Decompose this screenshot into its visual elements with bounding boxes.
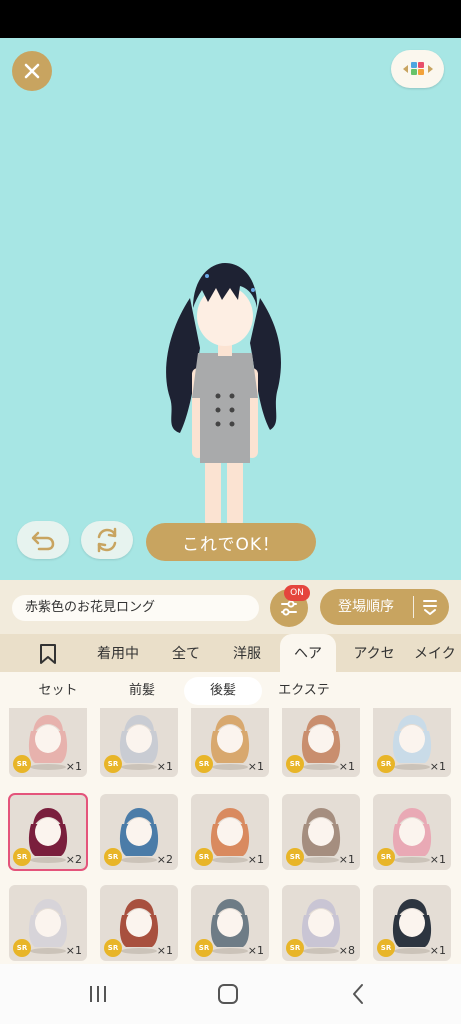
rarity-badge: SR [104,755,122,773]
subtab-front-hair[interactable]: 前髪 [102,677,182,705]
tab-all[interactable]: 全て [160,634,212,672]
filter-on-badge: ON [284,585,310,601]
item-quantity: ×8 [338,944,355,957]
hair-item-card[interactable]: SR ×1 [100,708,178,777]
swap-icon [97,527,117,553]
tab-wearing[interactable]: 着用中 [86,634,150,672]
rarity-badge: SR [104,848,122,866]
tab-makeup[interactable]: メイク [414,634,461,672]
bookmark-tab[interactable] [38,643,58,669]
palette-button[interactable] [391,50,444,88]
item-quantity: ×2 [65,853,82,866]
item-info-row: 赤紫色のお花見ロング ON 登場順序 [0,580,461,634]
tab-clothes[interactable]: 洋服 [220,634,274,672]
item-quantity: ×1 [429,760,446,773]
hair-item-card[interactable]: SR ×1 [373,885,451,961]
close-icon [24,63,40,79]
close-button[interactable] [12,51,52,91]
hair-item-card[interactable]: SR ×1 [373,708,451,777]
item-quantity: ×1 [247,944,264,957]
subtab-set[interactable]: セット [18,677,98,705]
hair-item-card[interactable]: SR ×1 [191,794,269,870]
item-quantity: ×1 [247,760,264,773]
hair-item-card[interactable]: SR ×1 [282,708,360,777]
item-quantity: ×1 [429,944,446,957]
undo-icon [31,531,55,551]
rarity-badge: SR [377,939,395,957]
item-grid: SR ×1 SR ×1 SR ×1 SR ×1 SR ×1 SR ×2 SR ×2 SR ×1 SR ×1 SR ×1… [0,708,461,964]
hair-item-card[interactable]: SR ×1 [100,885,178,961]
rarity-badge: SR [13,755,31,773]
hair-item-card[interactable]: SR ×1 [9,885,87,961]
sort-order-button[interactable]: 登場順序 [320,589,449,625]
confirm-ok-button[interactable]: これでOK！ [146,523,316,561]
palette-icon [402,62,433,75]
hair-item-card[interactable]: SR ×1 [191,708,269,777]
undo-button[interactable] [17,521,69,559]
hair-sub-tabs: セット 前髪 後髪 エクステ [0,672,461,708]
item-quantity: ×2 [156,853,173,866]
item-quantity: ×1 [338,853,355,866]
rarity-badge: SR [286,755,304,773]
item-quantity: ×1 [429,853,446,866]
back-button[interactable] [338,980,378,1008]
rarity-badge: SR [286,939,304,957]
sort-icon[interactable] [421,598,439,616]
hair-item-card[interactable]: SR ×1 [191,885,269,961]
item-name-field: 赤紫色のお花見ロング [12,595,259,621]
hair-item-card[interactable]: SR ×2 [100,794,178,870]
hair-item-card[interactable]: SR ×1 [373,794,451,870]
system-nav-bar [0,964,461,1024]
subtab-back-hair[interactable]: 後髪 [184,677,262,705]
rarity-badge: SR [104,939,122,957]
tab-accessory[interactable]: アクセ [342,634,406,672]
tab-hair[interactable]: ヘア [280,634,336,672]
item-quantity: ×1 [338,760,355,773]
rarity-badge: SR [195,939,213,957]
sort-divider [413,596,414,618]
swap-button[interactable] [81,521,133,559]
home-button[interactable] [208,980,248,1008]
sort-label: 登場順序 [338,599,394,615]
rarity-badge: SR [377,848,395,866]
recent-apps-icon [90,986,106,1002]
item-quantity: ×1 [156,944,173,957]
hair-item-card[interactable]: SR ×1 [282,794,360,870]
rarity-badge: SR [13,939,31,957]
home-icon [218,984,238,1004]
rarity-badge: SR [286,848,304,866]
subtab-extension[interactable]: エクステ [268,677,340,705]
rarity-badge: SR [195,848,213,866]
back-icon [353,984,363,1004]
item-quantity: ×1 [247,853,264,866]
status-bar [0,0,461,38]
category-tabs: 着用中 全て 洋服 ヘア アクセ メイク [0,634,461,672]
item-quantity: ×1 [156,760,173,773]
avatar-figure [166,263,281,536]
item-quantity: ×1 [65,944,82,957]
rarity-badge: SR [195,755,213,773]
filter-icon [281,600,297,616]
rarity-badge: SR [377,755,395,773]
hair-item-card[interactable]: SR ×2 [8,793,88,871]
hair-item-card[interactable]: SR ×1 [9,708,87,777]
avatar-stage: これでOK！ [0,38,461,580]
item-quantity: ×1 [65,760,82,773]
hair-item-card[interactable]: SR ×8 [282,885,360,961]
rarity-badge: SR [13,848,31,866]
recent-apps-button[interactable] [78,980,118,1008]
bookmark-icon [40,644,56,664]
